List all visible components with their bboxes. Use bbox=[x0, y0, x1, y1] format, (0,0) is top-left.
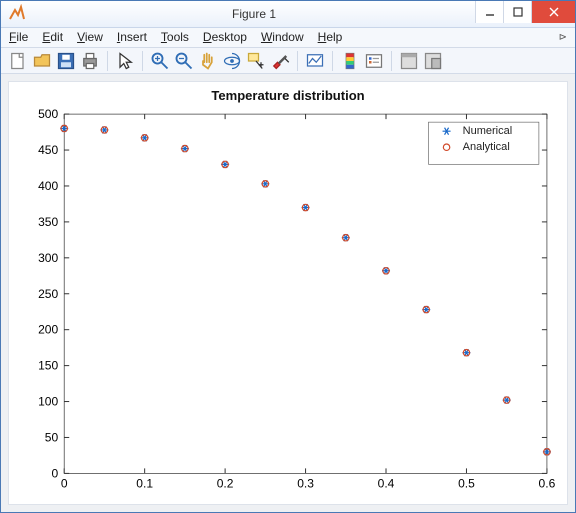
matlab-icon bbox=[7, 4, 27, 24]
toolbar-separator bbox=[297, 51, 298, 71]
link-plots-button[interactable] bbox=[304, 50, 326, 72]
menu-view[interactable]: View bbox=[77, 30, 103, 44]
brush-button[interactable] bbox=[269, 50, 291, 72]
menu-window[interactable]: Window bbox=[261, 30, 304, 44]
window-controls bbox=[475, 1, 575, 27]
open-button[interactable] bbox=[31, 50, 53, 72]
menu-help[interactable]: Help bbox=[318, 30, 343, 44]
svg-text:250: 250 bbox=[38, 287, 58, 301]
svg-text:0: 0 bbox=[61, 477, 68, 491]
menu-tools[interactable]: Tools bbox=[161, 30, 189, 44]
svg-text:400: 400 bbox=[38, 179, 58, 193]
menu-edit[interactable]: Edit bbox=[42, 30, 63, 44]
svg-text:200: 200 bbox=[38, 323, 58, 337]
svg-text:300: 300 bbox=[38, 251, 58, 265]
rotate-3d-button[interactable] bbox=[221, 50, 243, 72]
print-button[interactable] bbox=[79, 50, 101, 72]
menu-desktop[interactable]: Desktop bbox=[203, 30, 247, 44]
insert-colorbar-button[interactable] bbox=[339, 50, 361, 72]
svg-text:0.6: 0.6 bbox=[539, 477, 556, 491]
legend-label: Analytical bbox=[463, 142, 510, 154]
svg-text:0.2: 0.2 bbox=[217, 477, 234, 491]
svg-text:0.4: 0.4 bbox=[378, 477, 395, 491]
chart-title: Temperature distribution bbox=[211, 89, 364, 104]
toolbar-separator bbox=[107, 51, 108, 71]
pointer-button[interactable] bbox=[114, 50, 136, 72]
figure-window: Figure 1 File Edit View Insert Tools Des… bbox=[0, 0, 576, 513]
svg-text:150: 150 bbox=[38, 359, 58, 373]
toolbar-separator bbox=[142, 51, 143, 71]
zoom-in-button[interactable] bbox=[149, 50, 171, 72]
menu-bar: File Edit View Insert Tools Desktop Wind… bbox=[1, 28, 575, 48]
svg-text:450: 450 bbox=[38, 144, 58, 158]
svg-text:50: 50 bbox=[45, 431, 59, 445]
svg-text:0.3: 0.3 bbox=[297, 477, 314, 491]
new-figure-button[interactable] bbox=[7, 50, 29, 72]
hide-tools-button[interactable] bbox=[398, 50, 420, 72]
insert-legend-button[interactable] bbox=[363, 50, 385, 72]
svg-text:0.1: 0.1 bbox=[136, 477, 153, 491]
zoom-out-button[interactable] bbox=[173, 50, 195, 72]
save-button[interactable] bbox=[55, 50, 77, 72]
svg-text:0.5: 0.5 bbox=[458, 477, 475, 491]
legend-label: Numerical bbox=[463, 126, 513, 138]
toolbar-separator bbox=[391, 51, 392, 71]
title-bar: Figure 1 bbox=[1, 1, 575, 28]
axes[interactable]: Temperature distribution 0 0.1 0.2 0.3 0.4 0.5… bbox=[9, 82, 567, 504]
pan-button[interactable] bbox=[197, 50, 219, 72]
toolbar bbox=[1, 48, 575, 75]
close-button[interactable] bbox=[531, 1, 575, 23]
menu-dropdown-icon[interactable]: ⊳ bbox=[559, 32, 567, 43]
plot-container: Temperature distribution 0 0.1 0.2 0.3 0.4 0.5… bbox=[1, 74, 575, 512]
svg-text:0: 0 bbox=[51, 467, 58, 481]
data-cursor-button[interactable] bbox=[245, 50, 267, 72]
dock-figure-button[interactable] bbox=[422, 50, 444, 72]
chart-svg: Temperature distribution 0 0.1 0.2 0.3 0.4 0.5… bbox=[9, 82, 567, 504]
svg-text:500: 500 bbox=[38, 108, 58, 122]
toolbar-separator bbox=[332, 51, 333, 71]
minimize-button[interactable] bbox=[475, 1, 503, 23]
menu-file[interactable]: File bbox=[9, 30, 28, 44]
maximize-button[interactable] bbox=[503, 1, 531, 23]
menu-insert[interactable]: Insert bbox=[117, 30, 147, 44]
svg-text:100: 100 bbox=[38, 395, 58, 409]
window-title: Figure 1 bbox=[33, 7, 475, 21]
svg-text:350: 350 bbox=[38, 215, 58, 229]
